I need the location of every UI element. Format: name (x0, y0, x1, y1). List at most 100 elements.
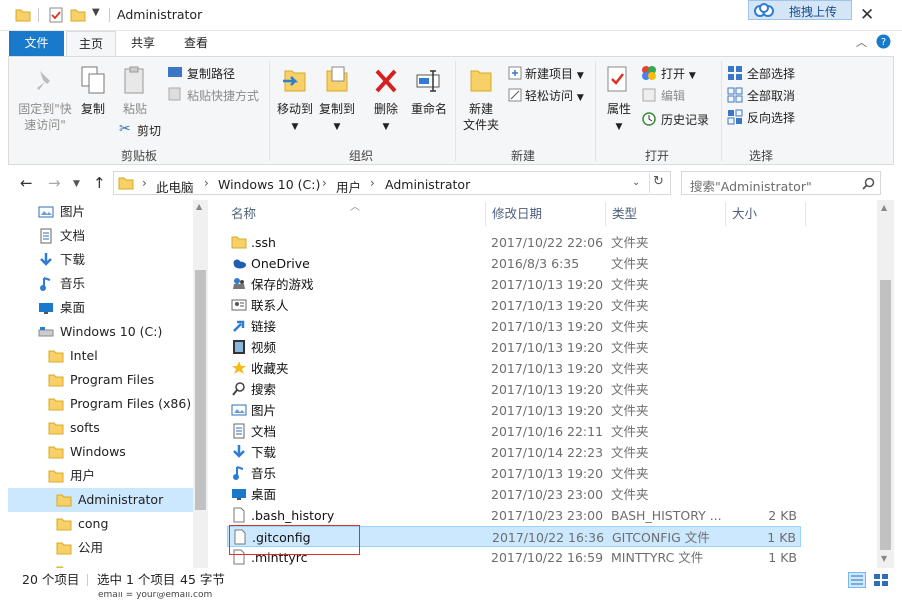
invert-selection-button[interactable]: 反向选择 (747, 109, 795, 126)
tab-home[interactable]: 主页 (66, 31, 116, 57)
breadcrumb-users[interactable]: 用户 (336, 177, 361, 196)
easy-access-button[interactable]: 轻松访问 ▼ (525, 87, 584, 104)
tab-file[interactable]: 文件 (9, 31, 64, 56)
chevron-down-icon[interactable]: ▼ (73, 179, 80, 189)
nav-item[interactable]: 音乐 (8, 272, 193, 296)
select-all-button[interactable]: 全部选择 (747, 65, 795, 82)
edit-button[interactable]: 编辑 (661, 87, 685, 104)
large-icons-view-icon[interactable] (872, 572, 890, 588)
file-scrollbar[interactable]: ▲ ▼ (877, 200, 894, 568)
file-type: 文件夹 (611, 403, 649, 418)
back-icon[interactable]: ← (20, 174, 33, 192)
chevron-down-icon[interactable]: ▼ (92, 7, 100, 18)
file-row[interactable]: 图片 2017/10/13 19:20 文件夹 (227, 400, 801, 421)
file-row[interactable]: 桌面 2017/10/23 23:00 文件夹 (227, 484, 801, 505)
copy-icon (81, 66, 105, 94)
select-none-button[interactable]: 全部取消 (747, 87, 795, 104)
nav-item[interactable]: 文档 (8, 224, 193, 248)
file-row[interactable]: 下载 2017/10/14 22:23 文件夹 (227, 442, 801, 463)
nav-item[interactable]: Intel (8, 344, 193, 368)
column-size[interactable]: 大小 (732, 200, 757, 228)
chevron-right-icon[interactable]: › (204, 176, 209, 190)
file-row[interactable]: 音乐 2017/10/13 19:20 文件夹 (227, 463, 801, 484)
open-button[interactable]: 打开 ▼ (661, 65, 696, 82)
paste-shortcut-button[interactable]: 粘贴快捷方式 (187, 87, 259, 104)
help-icon[interactable]: ? (876, 34, 891, 49)
new-folder-icon[interactable] (69, 6, 87, 24)
copy-to-button[interactable]: 复制到 ▼ (315, 101, 359, 135)
chevron-right-icon[interactable]: › (142, 176, 147, 190)
nav-item[interactable]: Administrator (8, 488, 193, 512)
breadcrumb-administrator[interactable]: Administrator (385, 177, 470, 192)
pin-quick-access-button[interactable]: 固定到"快 速访问" (13, 101, 77, 133)
nav-item[interactable]: Windows (8, 440, 193, 464)
column-name[interactable]: 名称 (231, 200, 256, 228)
nav-item[interactable]: Program Files (8, 368, 193, 392)
file-date: 2016/8/3 6:35 (491, 256, 580, 271)
refresh-icon[interactable]: ↻ (653, 174, 664, 189)
new-item-label: 新建项目 (525, 67, 574, 81)
search-input[interactable]: 搜索"Administrator" (681, 171, 881, 195)
properties-button[interactable]: 属性 ▼ (599, 101, 639, 135)
chevron-down-icon[interactable]: ⌄ (632, 177, 640, 188)
properties-icon[interactable] (47, 6, 65, 24)
chevron-up-icon[interactable]: ︿ (856, 34, 867, 50)
file-name: 图片 (251, 403, 277, 418)
file-row[interactable]: .bash_history 2017/10/23 23:00 BASH_HISTOR… (227, 505, 801, 526)
file-row[interactable]: 收藏夹 2017/10/13 19:20 文件夹 (227, 358, 801, 379)
new-folder-button[interactable]: 新建 文件夹 (459, 101, 503, 133)
breadcrumb-this-pc[interactable]: 此电脑 (156, 177, 194, 196)
nav-item[interactable]: Program Files (x86) (8, 392, 193, 416)
status-bar: 20 个项目 选中 1 个项目 45 字节 (0, 568, 902, 592)
file-row[interactable]: .ssh 2017/10/22 22:06 文件夹 (227, 232, 801, 253)
chevron-right-icon[interactable]: › (322, 176, 327, 190)
upload-button[interactable]: 拖拽上传 (748, 0, 852, 20)
forward-icon[interactable]: → (48, 174, 61, 192)
new-item-button[interactable]: 新建项目 ▼ (525, 65, 584, 82)
search-placeholder: 搜索"Administrator" (690, 179, 812, 194)
file-row[interactable]: 联系人 2017/10/13 19:20 文件夹 (227, 295, 801, 316)
group-label-organize: 组织 (348, 149, 373, 163)
move-to-label: 移动到 (276, 102, 313, 116)
cut-button[interactable]: 剪切 (137, 122, 161, 139)
nav-scrollbar[interactable]: ▲ (193, 200, 208, 568)
close-icon[interactable]: ✕ (860, 5, 874, 25)
file-row[interactable]: 文档 2017/10/16 22:11 文件夹 (227, 421, 801, 442)
copy-path-button[interactable]: 复制路径 (187, 65, 235, 82)
breadcrumb-drive[interactable]: Windows 10 (C:) (218, 177, 320, 192)
file-row[interactable]: OneDrive 2016/8/3 6:35 文件夹 (227, 253, 801, 274)
scroll-up-icon[interactable]: ▲ (196, 202, 202, 211)
paste-button[interactable]: 粘贴 (117, 101, 153, 117)
nav-item[interactable]: 下载 (8, 248, 193, 272)
nav-item[interactable]: Windows 10 (C:) (8, 320, 193, 344)
file-row[interactable]: 搜索 2017/10/13 19:20 文件夹 (227, 379, 801, 400)
column-type[interactable]: 类型 (612, 200, 637, 228)
tab-share[interactable]: 共享 (118, 31, 168, 56)
nav-item[interactable]: cong (8, 512, 193, 536)
nav-item[interactable]: 用户 (8, 464, 193, 488)
nav-item-label: Windows (70, 444, 126, 459)
nav-item[interactable]: 图片 (8, 200, 193, 224)
delete-button[interactable]: 删除 ▼ (366, 101, 406, 135)
nav-scrollbar-thumb[interactable] (195, 270, 206, 510)
file-scrollbar-thumb[interactable] (880, 280, 891, 550)
rename-button[interactable]: 重命名 (407, 101, 451, 117)
chevron-right-icon[interactable]: › (370, 176, 375, 190)
file-row[interactable]: 链接 2017/10/13 19:20 文件夹 (227, 316, 801, 337)
copy-button[interactable]: 复制 (75, 101, 111, 117)
column-date[interactable]: 修改日期 (492, 200, 542, 228)
details-view-icon[interactable] (848, 572, 866, 588)
file-row[interactable]: 保存的游戏 2017/10/13 19:20 文件夹 (227, 274, 801, 295)
tab-view[interactable]: 查看 (170, 31, 222, 56)
scroll-up-icon[interactable]: ▲ (881, 203, 887, 212)
move-to-button[interactable]: 移动到 ▼ (273, 101, 317, 135)
scroll-down-icon[interactable]: ▼ (881, 554, 887, 563)
address-input[interactable]: › 此电脑 › Windows 10 (C:) › 用户 › Administr… (113, 171, 671, 195)
nav-item[interactable]: 桌面 (8, 296, 193, 320)
up-icon[interactable]: ↑ (93, 174, 106, 192)
nav-item[interactable] (8, 560, 193, 568)
nav-item[interactable]: 公用 (8, 536, 193, 560)
history-button[interactable]: 历史记录 (661, 111, 709, 128)
nav-item[interactable]: softs (8, 416, 193, 440)
file-row[interactable]: 视频 2017/10/13 19:20 文件夹 (227, 337, 801, 358)
